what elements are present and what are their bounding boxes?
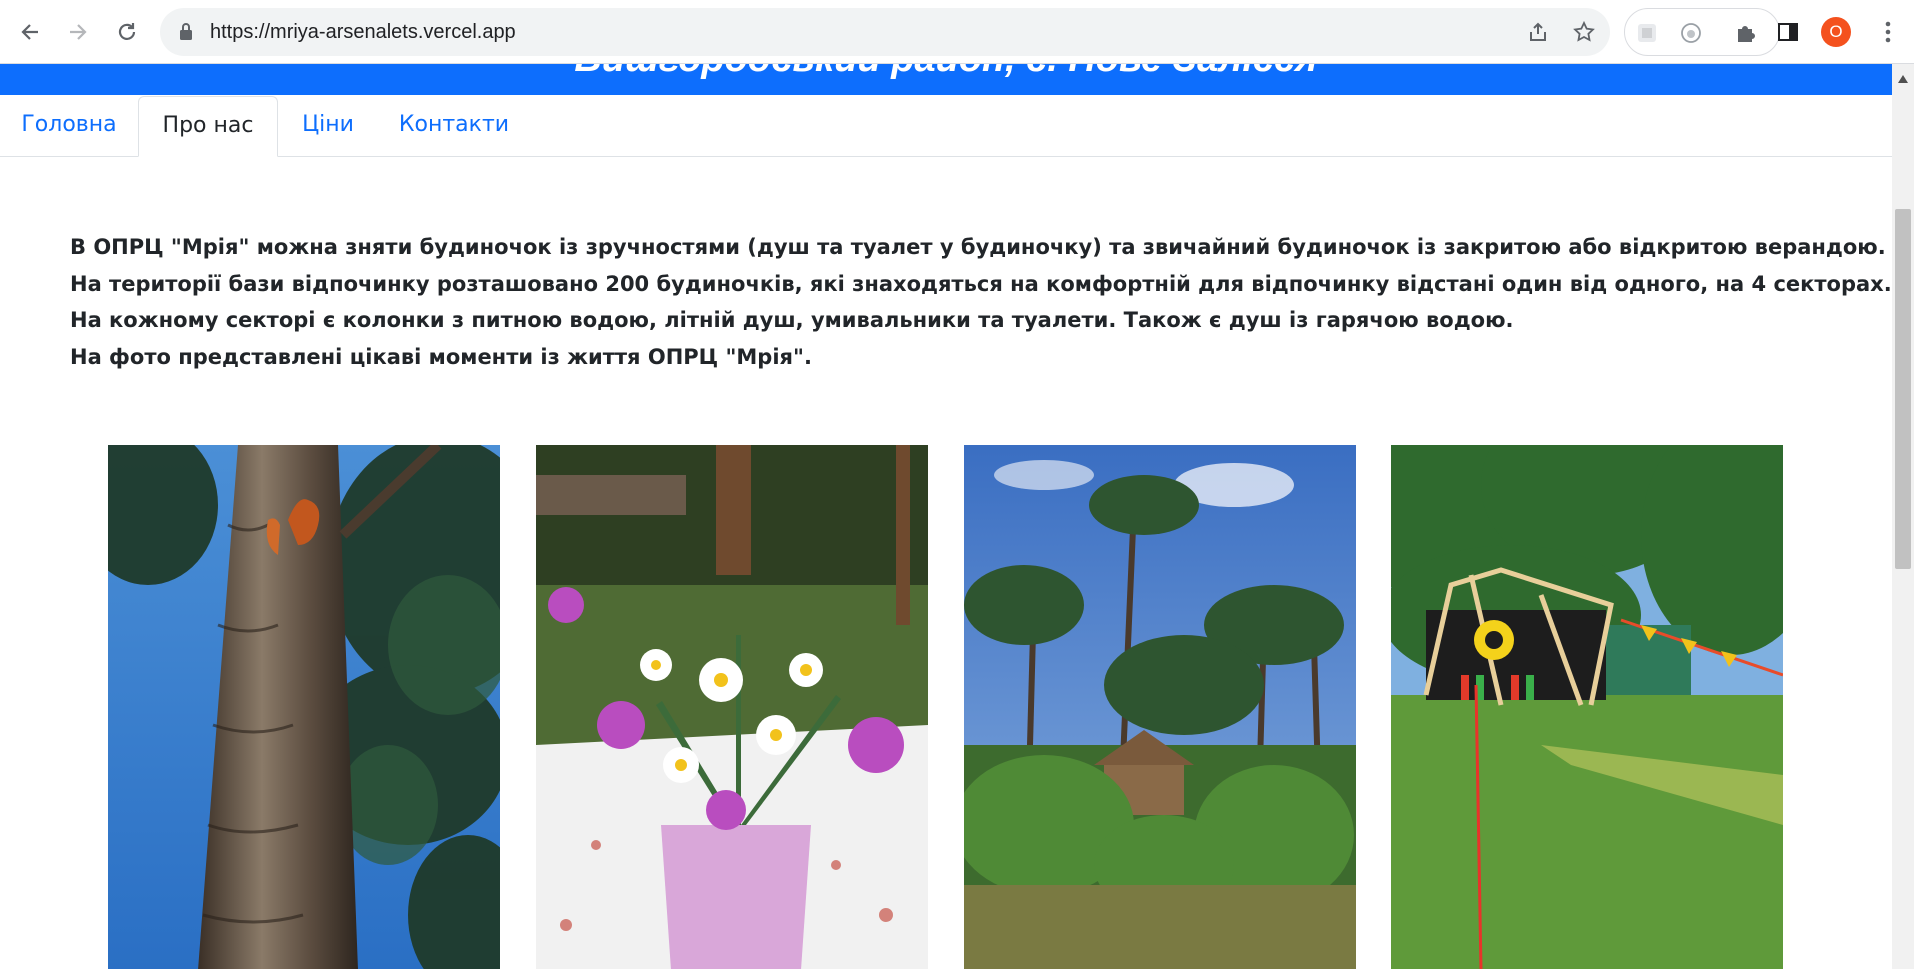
about-paragraph: На кожному секторі є колонки з питною во…	[70, 308, 1514, 332]
kebab-menu-icon[interactable]	[1876, 18, 1900, 46]
puzzle-icon[interactable]	[1733, 21, 1757, 45]
extension-icon[interactable]	[1679, 21, 1703, 45]
tab-home[interactable]: Головна	[0, 96, 138, 157]
share-icon[interactable]	[1526, 20, 1550, 44]
painted-stage-on-lawn-photo[interactable]	[1391, 445, 1783, 969]
address-bar[interactable]: https://mriya-arsenalets.vercel.app	[160, 8, 1610, 56]
site-title: Вишгородський район, с. Нове Залісся	[0, 64, 1892, 81]
profile-avatar[interactable]: O	[1821, 17, 1851, 47]
nav-tabs: Головна Про нас Ціни Контакти	[0, 96, 1892, 157]
scrollbar-thumb[interactable]	[1895, 209, 1911, 569]
tab-prices[interactable]: Ціни	[278, 96, 378, 157]
browser-toolbar: https://mriya-arsenalets.vercel.app O	[0, 0, 1914, 64]
pine-forest-cabin-photo[interactable]	[964, 445, 1356, 969]
star-icon[interactable]	[1572, 20, 1596, 44]
reload-icon[interactable]	[111, 16, 143, 48]
scroll-up-arrow-icon[interactable]	[1892, 70, 1914, 88]
squirrel-on-pine-tree-photo[interactable]	[108, 445, 500, 969]
about-paragraph: В ОПРЦ "Мрія" можна зняти будиночок із з…	[70, 235, 1886, 259]
lock-icon[interactable]	[178, 22, 194, 46]
side-panel-icon[interactable]	[1776, 20, 1800, 44]
vertical-scrollbar[interactable]	[1892, 64, 1914, 969]
about-description: В ОПРЦ "Мрія" можна зняти будиночок із з…	[70, 229, 1892, 375]
tab-contacts[interactable]: Контакти	[378, 96, 530, 157]
extensions-group	[1624, 8, 1780, 56]
url-text[interactable]: https://mriya-arsenalets.vercel.app	[210, 21, 516, 44]
about-paragraph: На території бази відпочинку розташовано…	[70, 271, 1892, 296]
back-arrow-icon[interactable]	[14, 16, 46, 48]
forward-arrow-icon[interactable]	[62, 16, 94, 48]
wildflower-bouquet-photo[interactable]	[536, 445, 928, 969]
tab-about[interactable]: Про нас	[138, 96, 278, 157]
extension-icon[interactable]	[1635, 21, 1659, 45]
site-header-banner: Вишгородський район, с. Нове Залісся	[0, 64, 1892, 95]
about-paragraph: На фото представлені цікаві моменти із ж…	[70, 344, 812, 369]
page-content: Вишгородський район, с. Нове Залісся Гол…	[0, 64, 1892, 969]
